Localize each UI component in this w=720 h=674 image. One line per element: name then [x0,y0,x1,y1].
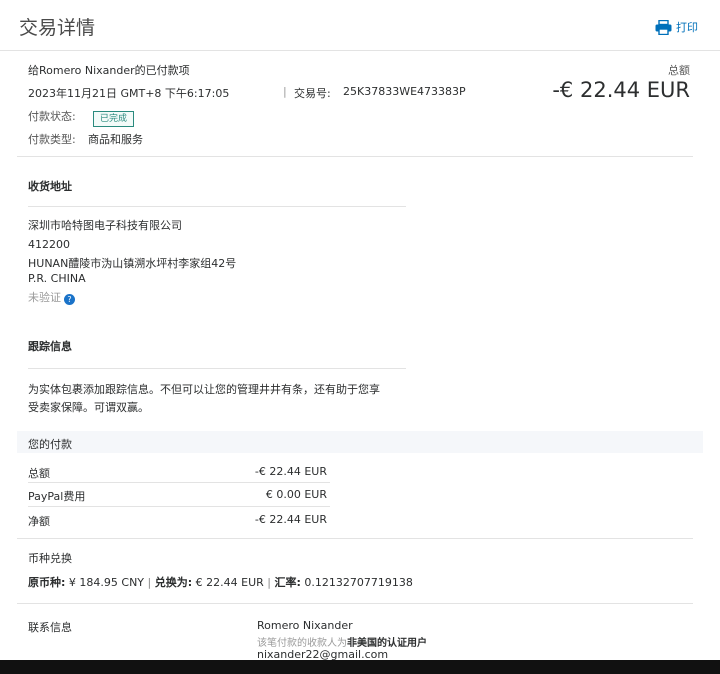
transaction-id-label: 交易号: [294,87,331,100]
total-label: 总额 [668,64,690,77]
converted-label: 兑换为: [154,576,193,589]
transaction-details-card: 交易详情 打印 给Romero Nixander的已付款项 总额 2023年11… [0,0,720,660]
divider [28,368,406,369]
page-header: 交易详情 打印 [0,0,720,51]
currency-conversion-line: 原币种: ¥ 184.95 CNY | 兑换为: € 22.44 EUR | 汇… [28,574,413,590]
exchange-rate-label: 汇率: [274,576,301,589]
print-label: 打印 [676,21,698,34]
shipping-country: P.R. CHINA [28,272,86,285]
payment-row-label: 净额 [28,515,50,528]
divider [17,156,693,157]
payment-row-value: -€ 22.44 EUR [254,513,327,526]
divider [17,538,693,539]
payment-type-label: 付款类型: [28,133,76,146]
divider [28,206,406,207]
verify-status: 未验证? [28,289,75,305]
transaction-id[interactable]: 25K37833WE473383P [343,85,466,98]
info-icon[interactable]: ? [64,294,75,305]
currency-title: 币种兑换 [28,552,72,565]
tracking-text-line1: 为实体包裹添加跟踪信息。不但可以让您的管理井井有条，还有助于您享 [28,383,380,396]
print-button[interactable]: 打印 [655,19,698,35]
tracking-title: 跟踪信息 [28,340,72,353]
tracking-text-line2: 受卖家保障。可谓双赢。 [28,401,149,414]
status-badge-text: 已完成 [93,111,135,127]
separator: | [267,576,271,589]
page-title: 交易详情 [19,17,96,39]
divider [17,603,693,604]
total-amount: -€ 22.44 EUR [552,78,690,102]
exchange-rate-value: 0.12132707719138 [304,576,413,589]
payment-type-value: 商品和服务 [88,133,143,146]
divider [28,482,330,483]
original-currency-label: 原币种: [28,576,66,589]
shipping-title: 收货地址 [28,180,72,193]
contact-title: 联系信息 [28,621,72,634]
payment-row-value: € 0.00 EUR [265,488,327,501]
bottom-strip [0,660,720,674]
payee-line: 给Romero Nixander的已付款项 [28,64,190,77]
contact-name: Romero Nixander [257,619,353,632]
original-currency-value: ¥ 184.95 CNY [68,576,145,589]
contact-email[interactable]: nixander22@gmail.com [257,648,388,660]
payment-title: 您的付款 [28,438,72,451]
converted-value: € 22.44 EUR [195,576,264,589]
status-label: 付款状态: [28,110,76,123]
verify-status-text: 未验证 [28,291,61,304]
separator: | [283,85,287,98]
status-badge: 已完成 [93,106,135,127]
payment-section-band [17,431,703,453]
divider [28,506,330,507]
separator: | [147,576,152,589]
printer-icon [655,19,672,35]
shipping-address: HUNAN醴陵市沩山镇溯水坪村李家组42号 [28,257,237,270]
payment-row-label: PayPal费用 [28,490,86,503]
payment-row-value: -€ 22.44 EUR [254,465,327,478]
shipping-company: 深圳市哈特图电子科技有限公司 [28,219,182,232]
contact-note: 该笔付款的收款人为非美国的认证用户 [257,634,427,649]
transaction-datetime: 2023年11月21日 GMT+8 下午6:17:05 [28,87,230,100]
shipping-postcode: 412200 [28,238,70,251]
payment-row-label: 总额 [28,467,50,480]
